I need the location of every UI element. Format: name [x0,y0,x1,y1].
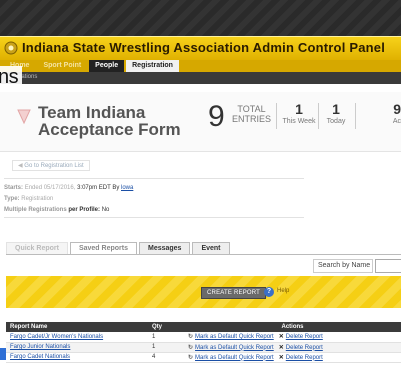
search-by-name-label: Search by Name [313,259,373,273]
stat-divider [355,103,356,129]
starts-value: 3:07pm EDT By [77,185,120,191]
multi-label: Multiple Registrations [4,207,67,213]
col-actions: Actions [184,322,401,332]
today-value: 1 [332,101,340,117]
qty-cell: 1 [148,342,184,353]
report-name-link[interactable]: Fargo Cadet Nationals [10,354,70,360]
partial-stat-label: Ac [392,118,401,125]
overlay-text: ns [0,66,23,88]
type-value: Registration [21,196,54,202]
saved-reports-table: Report Name Qty Actions Fargo Cadet/Jr W… [6,322,401,363]
refresh-icon: ↻ [188,354,194,361]
create-report-button[interactable]: CREATE REPORT [201,287,267,299]
help-icon[interactable]: ? [264,287,274,297]
actions-cell: ↻ Mark as Default Quick Report ✕ Delete Re… [184,352,401,363]
tabs-divider [6,254,401,255]
info-type-row: Type: Registration [4,194,304,205]
stat-divider [276,103,277,129]
starts-by-link[interactable]: lowa [121,185,133,191]
sub-nav-bar [0,72,401,84]
mark-default-link[interactable]: Mark as Default Quick Report [195,355,274,361]
starts-value-faded: Ended 05/17/2016, [24,185,76,191]
form-logo-icon [17,109,31,125]
info-multi-row: Multiple Registrations per Profile: No [4,205,304,216]
qty-cell: 4 [148,352,184,363]
this-week-value: 1 [295,101,303,117]
report-name-link[interactable]: Fargo Cadet/Jr Women's Nationals [10,334,103,340]
delete-report-link[interactable]: Delete Report [286,355,323,361]
col-report-name: Report Name [6,322,148,332]
total-entries-value: 9 [208,100,225,133]
total-label-line1: TOTAL [237,104,266,114]
back-arrow-icon: ◀ [18,163,23,169]
refresh-icon: ↻ [188,344,194,351]
partial-stat-value: 9 [393,101,401,117]
nav-people[interactable]: People [89,60,125,72]
search-input[interactable] [375,259,401,273]
starts-label: Starts: [4,185,24,191]
multi-value: No [101,207,110,213]
mark-default-link[interactable]: Mark as Default Quick Report [195,345,274,351]
mark-default-link[interactable]: Mark as Default Quick Report [195,334,274,340]
table-header-row: Report Name Qty Actions [6,322,401,332]
total-entries-label: TOTAL ENTRIES [232,104,271,124]
side-handle[interactable] [0,348,6,360]
report-name-link[interactable]: Fargo Junior Nationals [10,344,70,350]
nav-sport-point[interactable]: Sport Point [37,60,87,72]
actions-cell: ↻ Mark as Default Quick Report ✕ Delete Re… [184,342,401,353]
info-starts-row: Starts: Ended 05/17/2016, 3:07pm EDT By … [4,183,304,194]
report-name-cell: Fargo Cadet Nationals [6,352,148,363]
app-title: Indiana State Wrestling Association Admi… [22,40,386,55]
refresh-icon: ↻ [188,334,194,341]
total-label-line2: ENTRIES [232,114,272,124]
report-name-cell: Fargo Junior Nationals [6,342,148,353]
top-header-band [0,0,401,40]
x-icon: ✕ [278,354,284,361]
x-icon: ✕ [278,334,284,341]
table-row: Fargo Cadet/Jr Women's Nationals 1 ↻ Mark… [6,332,401,343]
type-label: Type: [4,196,20,202]
this-week-label: This Week [282,118,316,125]
table-row: Fargo Cadet Nationals 4 ↻ Mark as Default… [6,352,401,363]
report-name-cell: Fargo Cadet/Jr Women's Nationals [6,332,148,343]
table-row: Fargo Junior Nationals 1 ↻ Mark as Defaul… [6,342,401,353]
form-title: Team Indiana Acceptance Form [38,103,181,139]
help-link[interactable]: Help [277,288,289,294]
back-to-registration-list-button[interactable]: ◀ Go to Registration List [12,160,90,171]
multi-label-tail: per Profile: [68,207,101,213]
nav-registration[interactable]: Registration [126,60,179,72]
x-icon: ✕ [278,344,284,351]
delete-report-link[interactable]: Delete Report [286,334,323,340]
main-nav: Home Sport Point People Registration [0,60,401,72]
isw-logo-icon [4,41,18,55]
delete-report-link[interactable]: Delete Report [286,345,323,351]
qty-cell: 1 [148,332,184,343]
actions-cell: ↻ Mark as Default Quick Report ✕ Delete Re… [184,332,401,343]
today-label: Today [326,118,346,125]
back-link-label: Go to Registration List [24,163,84,169]
col-qty: Qty [148,322,184,332]
form-info-panel: Starts: Ended 05/17/2016, 3:07pm EDT By … [4,178,304,218]
